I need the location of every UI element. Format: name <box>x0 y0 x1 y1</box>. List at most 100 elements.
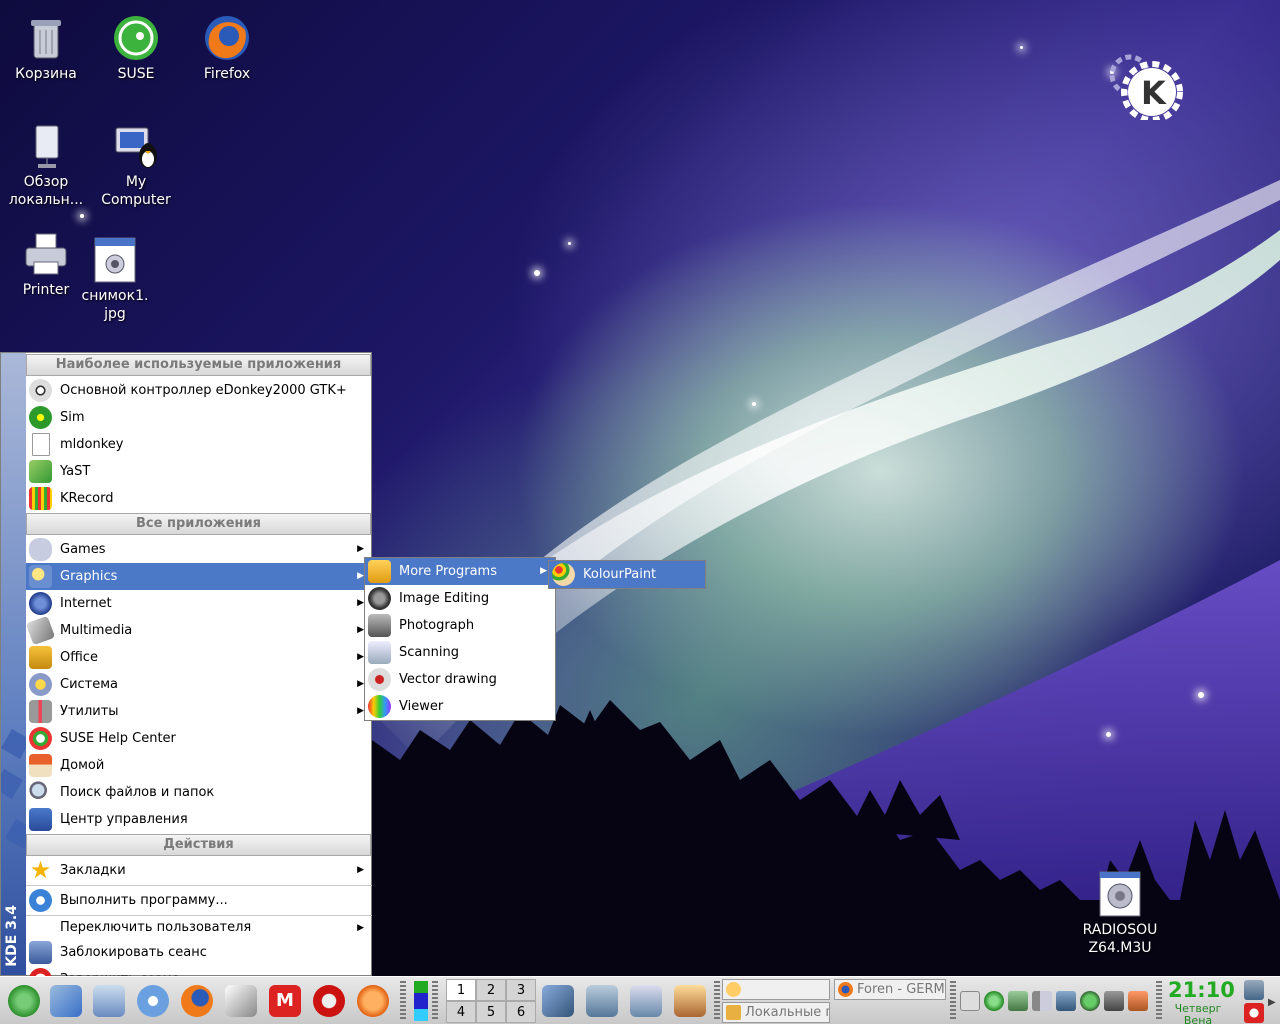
submenu-item-kolourpaint[interactable]: KolourPaint <box>549 561 705 588</box>
menu-item-label: Закладки <box>60 863 126 878</box>
suse-updater-icon[interactable] <box>984 991 1004 1011</box>
submenu-item-viewer[interactable]: Viewer <box>365 693 555 720</box>
desktop-icon-trash[interactable]: Корзина <box>0 14 92 83</box>
clock[interactable]: 21:10 Четверг Вена <box>1168 977 1235 1024</box>
lock-screen-icon[interactable] <box>1244 980 1264 1000</box>
menu-item-label: Internet <box>60 596 112 611</box>
volume-icon[interactable] <box>1032 991 1052 1011</box>
vector-drawing-icon <box>368 668 391 691</box>
menu-item-home[interactable]: Домой <box>26 752 372 779</box>
desktop-preview-icon[interactable] <box>93 985 125 1017</box>
logout-icon[interactable] <box>1244 1003 1264 1023</box>
submenu-item-more-programs[interactable]: More Programs ▶ <box>365 558 555 585</box>
submenu-item-scanning[interactable]: Scanning <box>365 639 555 666</box>
panel-hide-arrow-icon[interactable]: ▶ <box>1268 997 1278 1009</box>
k-menu-button-suse-icon[interactable] <box>8 985 40 1017</box>
sim-tray-icon[interactable] <box>1056 991 1076 1011</box>
network-status-icon[interactable] <box>1008 991 1028 1011</box>
check-icon[interactable] <box>1080 991 1100 1011</box>
firefox-icon <box>203 14 251 62</box>
menu-item-run-command[interactable]: Выполнить программу... <box>26 887 372 914</box>
opera-icon[interactable] <box>313 985 345 1017</box>
submenu-arrow-icon: ▶ <box>357 679 364 689</box>
desktop-icon-firefox[interactable]: Firefox <box>181 14 273 83</box>
mldonkey-tray-icon[interactable] <box>1128 991 1148 1011</box>
menu-item-label: Vector drawing <box>399 672 497 687</box>
pager-desktop-6[interactable]: 6 <box>506 1001 536 1023</box>
submenu-item-vector-drawing[interactable]: Vector drawing <box>365 666 555 693</box>
menu-item-control-center[interactable]: Центр управления <box>26 806 372 833</box>
camera-icon <box>368 614 391 637</box>
menu-item-bookmarks[interactable]: ★ Закладки ▶ <box>26 857 372 884</box>
submenu-arrow-icon: ▶ <box>357 571 364 581</box>
yast-icon <box>29 460 52 483</box>
taskbar-task-firefox[interactable]: Foren - GERM <box>834 979 946 1000</box>
kopete-icon[interactable] <box>225 985 257 1017</box>
desktop-icon-my-computer[interactable]: My Computer <box>90 122 182 209</box>
menu-item-label: Поиск файлов и папок <box>60 785 215 800</box>
panel-grip[interactable] <box>400 981 406 1021</box>
menu-item-switch-user[interactable]: Переключить пользователя ▶ <box>26 917 372 939</box>
pager-desktop-3[interactable]: 3 <box>506 979 536 1001</box>
viewer-icon <box>368 695 391 718</box>
submenu-arrow-icon: ▶ <box>357 706 364 716</box>
panel-grip[interactable] <box>950 981 956 1021</box>
system-monitor-icon[interactable] <box>414 981 428 1021</box>
desktop-icon-network-browse[interactable]: Обзор локальн... <box>0 122 92 209</box>
multimedia-tool-icon[interactable] <box>586 985 618 1017</box>
menu-item-graphics[interactable]: Graphics ▶ <box>26 563 372 590</box>
panel-grip[interactable] <box>714 981 720 1021</box>
pager-desktop-1[interactable]: 1 <box>446 979 476 1001</box>
search-icon <box>29 781 52 804</box>
menu-item-krecord[interactable]: KRecord <box>26 485 372 512</box>
taskbar-task-1[interactable] <box>722 979 830 1000</box>
suse-icon <box>112 14 160 62</box>
menu-item-find-files[interactable]: Поиск файлов и папок <box>26 779 372 806</box>
skype-icon[interactable] <box>357 985 389 1017</box>
utilities-icon <box>29 700 52 723</box>
firefox-icon <box>838 982 853 997</box>
submenu-item-photograph[interactable]: Photograph <box>365 612 555 639</box>
menu-item-multimedia[interactable]: Multimedia ▶ <box>25 615 372 646</box>
menu-item-mldonkey[interactable]: mldonkey <box>26 431 372 458</box>
konqueror-icon[interactable] <box>137 985 169 1017</box>
mouse-icon[interactable] <box>1104 991 1124 1011</box>
panel-grip[interactable] <box>432 981 438 1021</box>
menu-item-games[interactable]: Games ▶ <box>26 536 372 563</box>
menu-item-system[interactable]: Система ▶ <box>26 671 372 698</box>
audio-file-icon <box>1096 870 1144 918</box>
taskbar-task-local-files[interactable]: Локальные па <box>722 1002 830 1023</box>
menu-item-internet[interactable]: Internet ▶ <box>26 590 372 617</box>
menu-item-utilities[interactable]: Утилиты ▶ <box>26 698 372 725</box>
image-file-icon <box>91 236 139 284</box>
firefox-icon[interactable] <box>181 985 213 1017</box>
app-icon <box>726 982 741 997</box>
panel-grip[interactable] <box>1156 981 1162 1021</box>
home-folder-icon[interactable] <box>50 985 82 1017</box>
desktop-icon-suse[interactable]: SUSE <box>90 14 182 83</box>
pager-desktop-5[interactable]: 5 <box>476 1001 506 1023</box>
menu-item-sim[interactable]: Sim <box>26 404 372 431</box>
desktop-icon-screenshot-file[interactable]: снимок1. jpg <box>69 236 161 323</box>
menu-item-edonkey[interactable]: Основной контроллер eDonkey2000 GTK+ <box>26 377 372 404</box>
mldonkey-icon[interactable] <box>674 985 706 1017</box>
menu-item-label: Games <box>60 542 106 557</box>
menu-item-lock-session[interactable]: Заблокировать сеанс <box>26 939 372 966</box>
mail-agent-icon[interactable]: M <box>269 985 301 1017</box>
equalizer-icon <box>29 487 52 510</box>
submenu-item-image-editing[interactable]: Image Editing <box>365 585 555 612</box>
k-menu: KDE 3.4 Наиболее используемые приложения… <box>0 352 372 991</box>
menu-item-label: Утилиты <box>60 704 119 719</box>
menu-item-suse-help[interactable]: SUSE Help Center <box>26 725 372 752</box>
svg-text:K: K <box>1141 74 1167 112</box>
pager-desktop-2[interactable]: 2 <box>476 979 506 1001</box>
menu-item-office[interactable]: Office ▶ <box>26 644 372 671</box>
task-label: Локальные па <box>745 1005 829 1020</box>
pager-desktop-4[interactable]: 4 <box>446 1001 476 1023</box>
k-menu-body: Наиболее используемые приложения Основно… <box>25 353 372 993</box>
desktop-icon-radio-playlist[interactable]: RADIOSOU Z64.M3U <box>1074 870 1166 957</box>
screen-capture-icon[interactable] <box>630 985 662 1017</box>
menu-item-yast[interactable]: YaST <box>26 458 372 485</box>
network-icon[interactable] <box>542 985 574 1017</box>
klipper-icon[interactable] <box>960 991 980 1011</box>
